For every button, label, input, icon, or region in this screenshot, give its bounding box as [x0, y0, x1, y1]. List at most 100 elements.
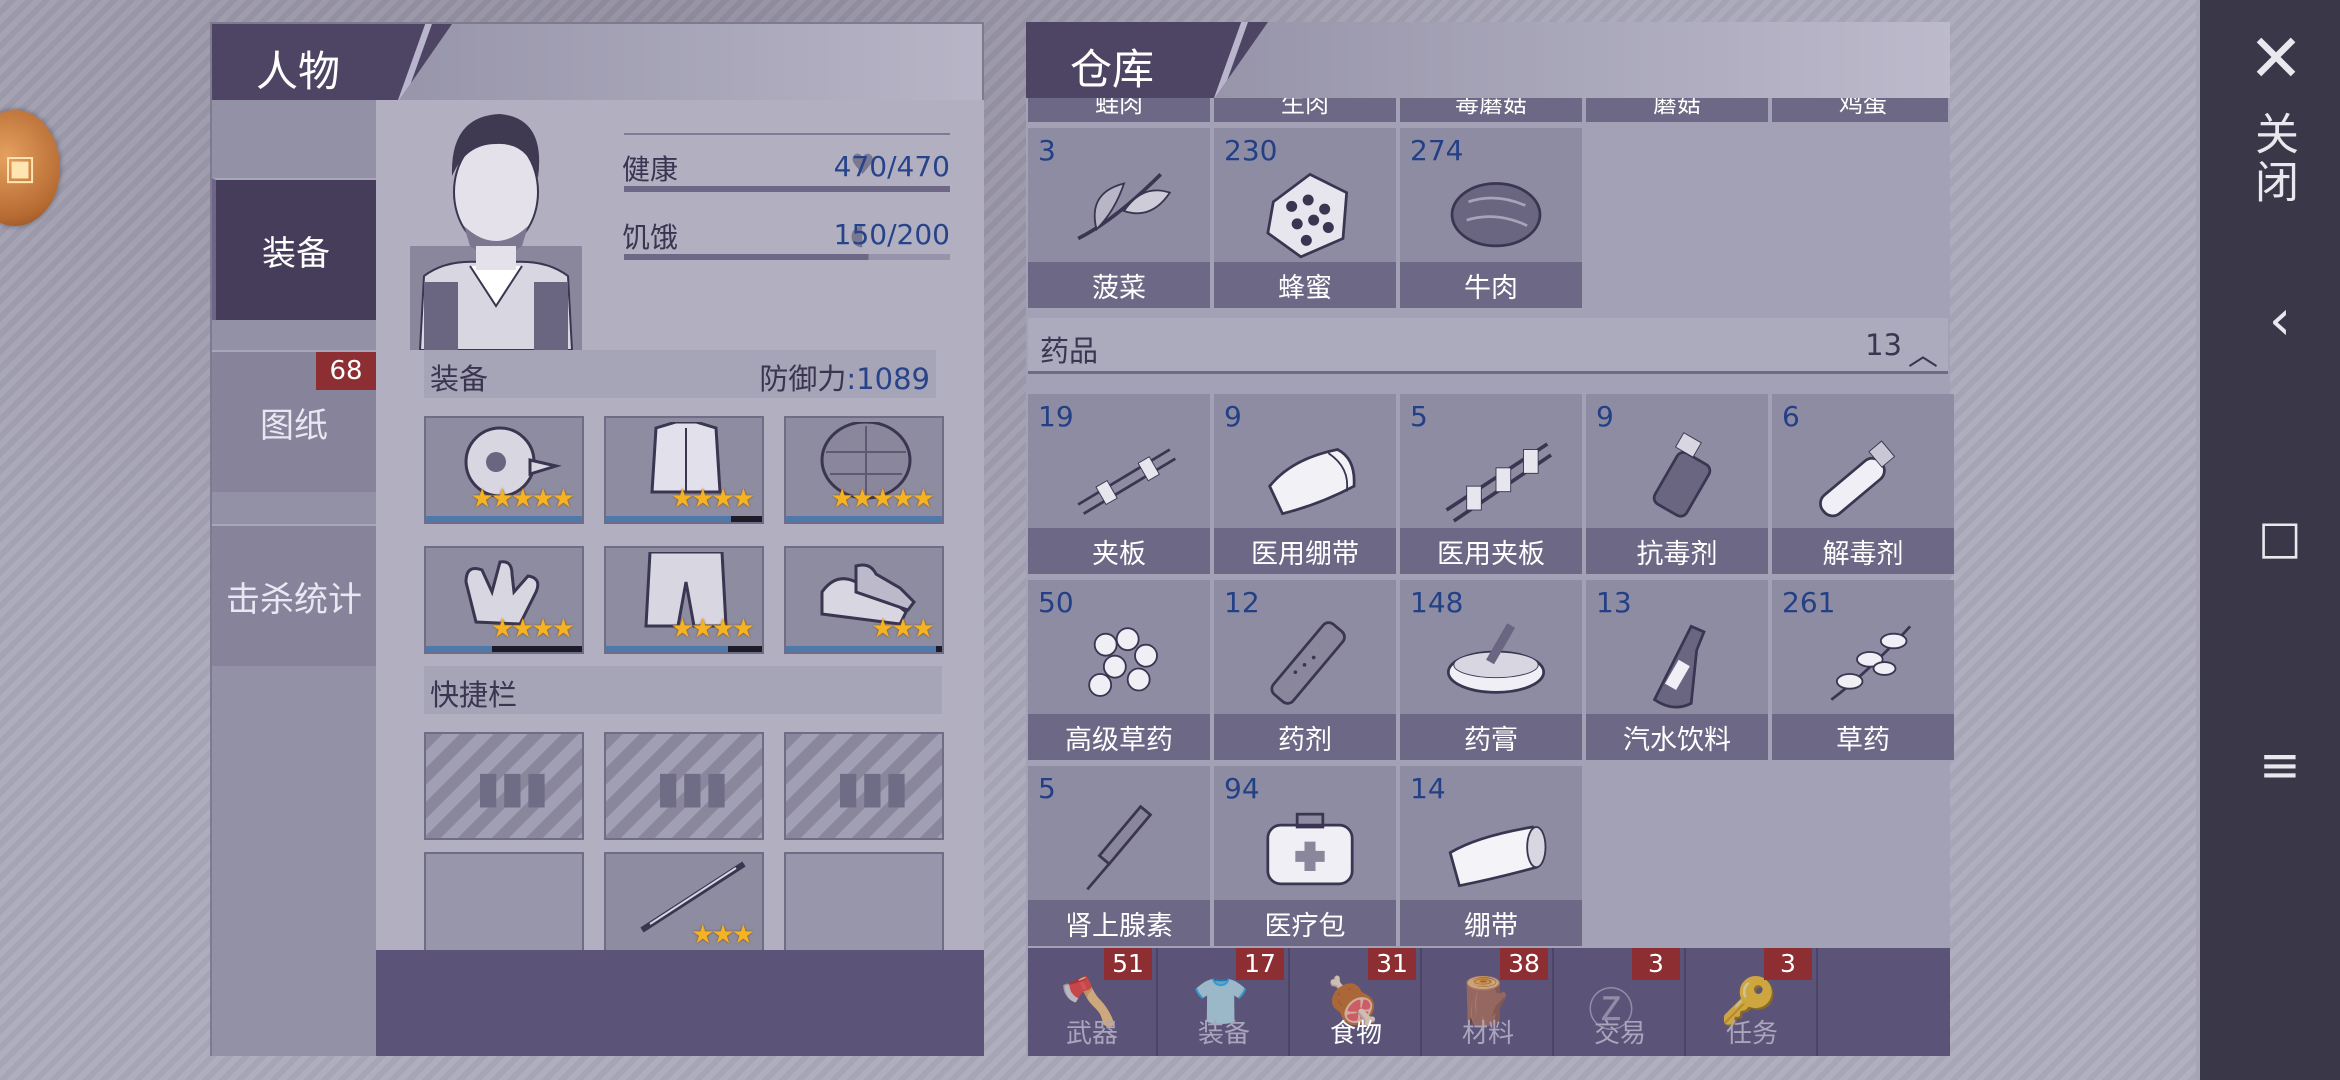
quickbar-slot[interactable] [424, 852, 584, 960]
health-label: 健康 [622, 153, 679, 186]
star-rating: ★★★★ [670, 484, 755, 514]
inventory-item[interactable]: 94 医疗包 [1214, 766, 1396, 946]
tab-count-badge: 51 [1104, 948, 1152, 980]
item-name: 药膏 [1400, 714, 1582, 760]
tab-count-badge: 3 [1632, 948, 1680, 980]
inventory-item[interactable]: 5 医用夹板 [1400, 394, 1582, 574]
inventory-item[interactable]: 230 蜂蜜 [1214, 128, 1396, 308]
equipment-slot[interactable]: ★★★★ [604, 546, 764, 654]
character-side-tabs: 装备 图纸 68 击杀统计 [212, 100, 376, 1056]
item-name: 医用绷带 [1214, 528, 1396, 574]
category-header-medicine[interactable]: 药品 13 ︿ [1028, 318, 1948, 374]
chest-icon: ▣ [4, 148, 37, 188]
ointment-icon [1446, 623, 1546, 694]
inventory-item[interactable]: 9 医用绷带 [1214, 394, 1396, 574]
beef-icon [1450, 182, 1542, 248]
antitoxin-icon [1652, 432, 1712, 518]
inventory-item[interactable]: 14 绷带 [1400, 766, 1582, 946]
tab-blueprints[interactable]: 图纸 68 [212, 350, 376, 492]
item-name: 解毒剂 [1772, 528, 1954, 574]
stats-divider [624, 133, 950, 135]
hunger-label: 饥饿 [622, 221, 679, 254]
tab-kill-stats[interactable]: 击杀统计 [212, 524, 376, 666]
equipment-slot[interactable]: ★★★★★ [784, 416, 944, 524]
item-count: 3 [1038, 134, 1056, 167]
inventory-item[interactable]: 9 抗毒剂 [1586, 394, 1768, 574]
item-name: 医疗包 [1214, 900, 1396, 946]
chevron-up-icon[interactable]: ︿ [1908, 330, 1938, 374]
advanced-herb-icon [1088, 627, 1158, 697]
partial-item-label: 毒蘑菇 [1400, 98, 1582, 122]
inventory-item[interactable]: 274 牛肉 [1400, 128, 1582, 308]
tab-meat[interactable]: 🍖 31 食物 [1292, 948, 1422, 1056]
inventory-item[interactable]: 13 汽水饮料 [1586, 580, 1768, 760]
tab-shirt[interactable]: 👕 17 装备 [1160, 948, 1290, 1056]
durability-bar [606, 646, 728, 652]
inventory-item[interactable]: 5 肾上腺素 [1028, 766, 1210, 946]
equipment-slot[interactable]: ★★★★ [604, 416, 764, 524]
inventory-item[interactable]: 19 夹板 [1028, 394, 1210, 574]
tab-label: 武器 [1065, 1019, 1118, 1049]
adrenaline-icon [1086, 804, 1153, 891]
item-name: 夹板 [1028, 528, 1210, 574]
splint-icon [1077, 448, 1177, 515]
close-icon[interactable]: ✕ [2236, 20, 2316, 97]
quickbar-slot[interactable]: ▮▮▮ [604, 732, 764, 840]
defense-value: :1089 [846, 362, 930, 396]
quickbar-slot[interactable]: ▮▮▮ [784, 732, 944, 840]
tab-blueprints-label: 图纸 [260, 405, 328, 446]
item-name: 汽水饮料 [1586, 714, 1768, 760]
tab-axe[interactable]: 🪓 51 武器 [1028, 948, 1158, 1056]
inventory-item[interactable]: 3 菠菜 [1028, 128, 1210, 308]
tab-log[interactable]: 🪵 38 材料 [1424, 948, 1554, 1056]
tab-label: 交易 [1593, 1019, 1646, 1049]
inventory-item[interactable]: 148 药膏 [1400, 580, 1582, 760]
back-icon[interactable]: ‹ [2252, 288, 2308, 353]
inventory-item[interactable]: 6 解毒剂 [1772, 394, 1954, 574]
partial-item-label: 蛙肉 [1028, 98, 1210, 122]
quickbar-section-label: 快捷栏 [430, 678, 518, 712]
defense-label: 防御力 [759, 362, 847, 396]
durability-bar [786, 516, 942, 522]
inventory-item[interactable]: 12 药剂 [1214, 580, 1396, 760]
menu-icon[interactable]: ≡ [2252, 736, 2308, 794]
home-icon[interactable]: □ [2252, 510, 2308, 566]
equipment-section-label: 装备 [430, 362, 489, 396]
inventory-item[interactable]: 50 高级草药 [1028, 580, 1210, 760]
equipment-section-header: 装备 防御力:1089 [424, 350, 936, 398]
quickbar-slot[interactable] [784, 852, 944, 960]
item-count: 12 [1224, 586, 1260, 619]
item-name: 抗毒剂 [1586, 528, 1768, 574]
warehouse-header: 仓库 [1026, 22, 1950, 98]
close-label[interactable]: 关闭 [2244, 104, 2304, 214]
item-count: 9 [1596, 400, 1614, 433]
health-bar [624, 186, 950, 192]
star-rating: ★★★★ [490, 614, 575, 644]
antidote-icon [1819, 440, 1896, 518]
equipment-slot[interactable]: ★★★ [784, 546, 944, 654]
tab-coin[interactable]: Ⓩ 3 交易 [1556, 948, 1686, 1056]
item-name: 牛肉 [1400, 262, 1582, 308]
inventory-item[interactable]: 261 草药 [1772, 580, 1954, 760]
warehouse-title: 仓库 [1026, 22, 1268, 98]
star-rating: ★★★ [871, 614, 935, 644]
tab-key[interactable]: 🔑 3 任务 [1688, 948, 1818, 1056]
tab-equipment[interactable]: 装备 [212, 178, 376, 320]
soda-icon [1652, 624, 1706, 709]
partial-item-label: 鸡蛋 [1772, 98, 1948, 122]
quickbar-slot[interactable]: ▮▮▮ [424, 732, 584, 840]
spinach-icon [1077, 173, 1172, 241]
item-name: 绷带 [1400, 900, 1582, 946]
equipment-slot[interactable]: ★★★★★ [424, 416, 584, 524]
item-name: 草药 [1772, 714, 1954, 760]
durability-bar [426, 646, 492, 652]
category-label: 药品 [1040, 334, 1099, 368]
item-count: 94 [1224, 772, 1260, 805]
equipment-slot[interactable]: ★★★★ [424, 546, 584, 654]
character-body: 健康 ♥ 470/470 饥饿 ◖ 150/200 装备 防御力:1089 ★★… [376, 100, 984, 1056]
durability-bar [786, 646, 936, 652]
quickbar-slot[interactable]: ★★★ [604, 852, 764, 960]
tab-label: 食物 [1329, 1019, 1382, 1049]
character-portrait [410, 114, 582, 350]
quickbar-section-header: 快捷栏 [424, 666, 942, 714]
